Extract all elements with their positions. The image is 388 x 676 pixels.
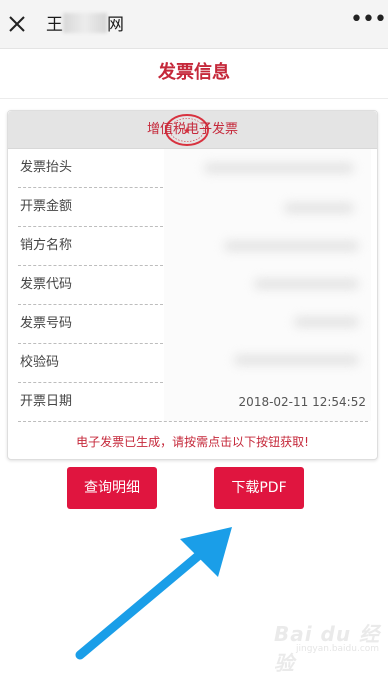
field-label: 发票抬头 (20, 160, 73, 175)
field-row-seller: 销方名称 (18, 227, 163, 266)
field-row-amount: 开票金额 (18, 188, 163, 227)
more-icon[interactable]: ••• (350, 9, 387, 36)
redacted-values (164, 149, 371, 421)
title-prefix: 王 (46, 15, 63, 35)
watermark-sub: jingyan.baidu.com (296, 644, 380, 654)
invoice-card: ★ 增值税电子发票 发票抬头 开票金额 销方名称 发票代码 发票号码 校验码 开… (7, 110, 378, 460)
field-label: 校验码 (20, 355, 60, 370)
field-row-date: 开票日期 2018-02-11 12:54:52 (18, 383, 368, 422)
title-divider (0, 98, 388, 99)
field-value: 2018-02-11 12:54:52 (238, 395, 366, 409)
field-label: 开票金额 (20, 199, 73, 214)
field-row-title: 发票抬头 (18, 149, 163, 188)
field-row-code: 发票代码 (18, 266, 163, 305)
page-title: 发票信息 (158, 62, 230, 83)
field-label: 发票号码 (20, 316, 73, 331)
window-title: 王网 (46, 13, 124, 37)
top-bar: 王网 ••• (0, 0, 388, 49)
field-label: 开票日期 (20, 394, 73, 409)
invoice-type-label: 增值税电子发票 (146, 122, 238, 137)
field-row-check-code: 校验码 (18, 344, 163, 383)
title-suffix: 网 (107, 15, 124, 35)
field-label: 销方名称 (20, 238, 73, 253)
title-redacted (63, 13, 107, 33)
field-row-number: 发票号码 (18, 305, 163, 344)
close-icon[interactable] (4, 11, 30, 37)
download-pdf-button[interactable]: 下载PDF (214, 467, 304, 509)
pointer-arrow-icon (75, 527, 232, 660)
status-notice: 电子发票已生成，请按需点击以下按钮获取! (76, 435, 309, 449)
watermark-logo: Bai du 经验 jingyan.baidu.com (258, 608, 383, 675)
field-label: 发票代码 (20, 277, 73, 292)
query-detail-button[interactable]: 查询明细 (67, 467, 157, 509)
